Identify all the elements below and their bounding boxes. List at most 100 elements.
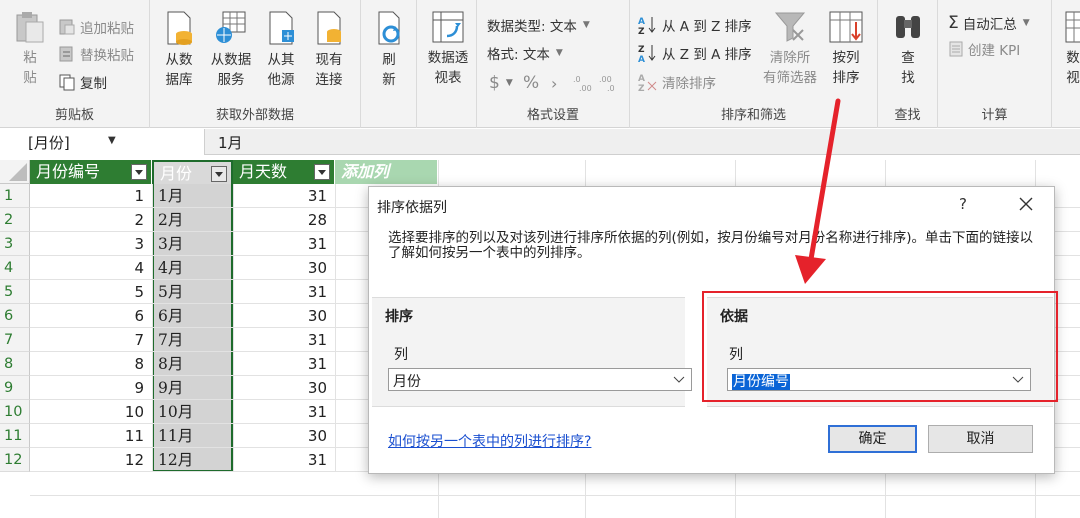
name-box[interactable]: [月份] ▼ <box>0 129 205 155</box>
add-column-header[interactable]: 添加列 <box>335 160 438 184</box>
cell-month[interactable]: 9月 <box>154 376 231 400</box>
filter-dropdown-icon[interactable] <box>314 164 330 180</box>
cell-days[interactable]: 31 <box>233 280 335 304</box>
from-database-button[interactable]: 从数 据库 <box>156 10 202 90</box>
refresh-button[interactable]: 刷 新 <box>367 10 411 90</box>
column-header-month-number[interactable]: 月份编号 <box>30 160 152 184</box>
row-header[interactable]: 7 <box>0 328 30 352</box>
cell-month-number[interactable]: 4 <box>30 256 152 280</box>
from-data-service-button[interactable]: 从数据 服务 <box>204 10 258 90</box>
svg-text:.00: .00 <box>599 75 612 84</box>
cell-days[interactable]: 30 <box>233 304 335 328</box>
cell-month-number[interactable]: 5 <box>30 280 152 304</box>
filter-dropdown-icon[interactable] <box>131 164 147 180</box>
find-button[interactable]: 查 找 <box>888 10 928 88</box>
data-view-icon <box>1065 11 1080 43</box>
cell-days[interactable]: 31 <box>233 232 335 256</box>
ok-button[interactable]: 确定 <box>828 425 917 453</box>
cell-days[interactable]: 31 <box>233 352 335 376</box>
chevron-down-icon[interactable]: ▼ <box>108 135 116 146</box>
append-paste-button[interactable]: 追加粘贴 <box>58 16 134 38</box>
cell-month-number[interactable]: 9 <box>30 376 152 400</box>
row-header[interactable]: 9 <box>0 376 30 400</box>
cell-month[interactable]: 4月 <box>154 256 231 280</box>
row-header[interactable]: 10 <box>0 400 30 424</box>
cell-month[interactable]: 8月 <box>154 352 231 376</box>
cell-month[interactable]: 5月 <box>154 280 231 304</box>
row-header[interactable]: 3 <box>0 232 30 256</box>
filter-dropdown-icon[interactable] <box>211 166 227 182</box>
from-other-sources-button[interactable]: 从其 他源 <box>258 10 304 90</box>
create-kpi-button[interactable]: 创建 KPI <box>948 38 1020 60</box>
row-header[interactable]: 2 <box>0 208 30 232</box>
help-link[interactable]: 如何按另一个表中的列进行排序? <box>388 431 591 451</box>
cell-month-number[interactable]: 6 <box>30 304 152 328</box>
cell-month-number[interactable]: 10 <box>30 400 152 424</box>
row-header[interactable]: 6 <box>0 304 30 328</box>
cell-month-number[interactable]: 11 <box>30 424 152 448</box>
cell-days[interactable]: 31 <box>233 400 335 424</box>
cell-month[interactable]: 10月 <box>154 400 231 424</box>
existing-connections-button[interactable]: 现有 连接 <box>306 10 352 90</box>
formatting-group-label: 格式设置 <box>526 108 579 123</box>
row-header[interactable]: 11 <box>0 424 30 448</box>
column-header-month[interactable]: 月份 <box>152 160 233 184</box>
help-button[interactable]: ? <box>959 195 967 213</box>
comma-format-button[interactable]: › <box>551 72 557 94</box>
column-header-days[interactable]: 月天数 <box>233 160 335 184</box>
percent-format-button[interactable]: % <box>523 72 539 94</box>
dialog-title: 排序依据列 <box>377 200 447 216</box>
chevron-down-icon <box>673 376 685 383</box>
autosum-button[interactable]: Σ 自动汇总 ▼ <box>948 12 1030 34</box>
data-view-button[interactable]: 数 视 <box>1056 10 1080 88</box>
formula-value[interactable]: 1月 <box>218 132 243 153</box>
clear-all-filters-button[interactable]: 清除所 有筛选器 <box>758 10 822 88</box>
cell-month-number[interactable]: 12 <box>30 448 152 472</box>
sort-by-column-button[interactable]: 按列 排序 <box>824 10 868 88</box>
cell-month[interactable]: 11月 <box>154 424 231 448</box>
cell-days[interactable]: 30 <box>233 376 335 400</box>
annotation-highlight-box <box>702 291 1058 402</box>
row-header[interactable]: 8 <box>0 352 30 376</box>
currency-format-button[interactable]: $ ▼ <box>489 72 513 94</box>
cell-days[interactable]: 31 <box>233 328 335 352</box>
cell-month[interactable]: 2月 <box>154 208 231 232</box>
row-header[interactable]: 4 <box>0 256 30 280</box>
paste-button[interactable]: 粘 贴 <box>10 10 50 88</box>
increase-decimal-button[interactable]: .0.00 <box>573 72 595 94</box>
cell-month[interactable]: 3月 <box>154 232 231 256</box>
sort-column-select[interactable]: 月份 <box>388 368 692 391</box>
cell-month[interactable]: 6月 <box>154 304 231 328</box>
chevron-down-icon: ▼ <box>555 48 563 58</box>
close-button[interactable] <box>1015 193 1037 215</box>
cell-month[interactable]: 1月 <box>154 184 231 208</box>
select-all-corner[interactable] <box>0 160 30 184</box>
cell-days[interactable]: 31 <box>233 184 335 208</box>
pivot-table-button[interactable]: 数据透 视表 <box>423 10 473 88</box>
copy-button[interactable]: 复制 <box>58 71 107 93</box>
cell-month[interactable]: 12月 <box>154 448 231 472</box>
cell-days[interactable]: 28 <box>233 208 335 232</box>
replace-paste-button[interactable]: 替换粘贴 <box>58 43 134 65</box>
row-header[interactable]: 5 <box>0 280 30 304</box>
cell-month-number[interactable]: 3 <box>30 232 152 256</box>
sort-z-to-a-button[interactable]: ZA 从 Z 到 A 排序 <box>638 42 752 64</box>
cell-month-number[interactable]: 7 <box>30 328 152 352</box>
row-header[interactable]: 1 <box>0 184 30 208</box>
format-dropdown[interactable]: 格式: 文本 ▼ <box>487 42 563 64</box>
cell-month-number[interactable]: 8 <box>30 352 152 376</box>
row-header[interactable]: 12 <box>0 448 30 472</box>
cell-month-number[interactable]: 2 <box>30 208 152 232</box>
data-type-dropdown[interactable]: 数据类型: 文本 ▼ <box>487 14 590 36</box>
cancel-button[interactable]: 取消 <box>928 425 1033 453</box>
clear-sort-button[interactable]: AZ 清除排序 <box>638 71 716 93</box>
cell-days[interactable]: 31 <box>233 448 335 472</box>
cell-days[interactable]: 30 <box>233 256 335 280</box>
cell-month-number[interactable]: 1 <box>30 184 152 208</box>
cell-days[interactable]: 30 <box>233 424 335 448</box>
decrease-decimal-button[interactable]: .00.0 <box>599 72 621 94</box>
decrease-decimal-icon: .00.0 <box>599 75 615 92</box>
sort-a-to-z-button[interactable]: AZ 从 A 到 Z 排序 <box>638 14 752 36</box>
cell-month[interactable]: 7月 <box>154 328 231 352</box>
column-gridline <box>152 184 153 472</box>
